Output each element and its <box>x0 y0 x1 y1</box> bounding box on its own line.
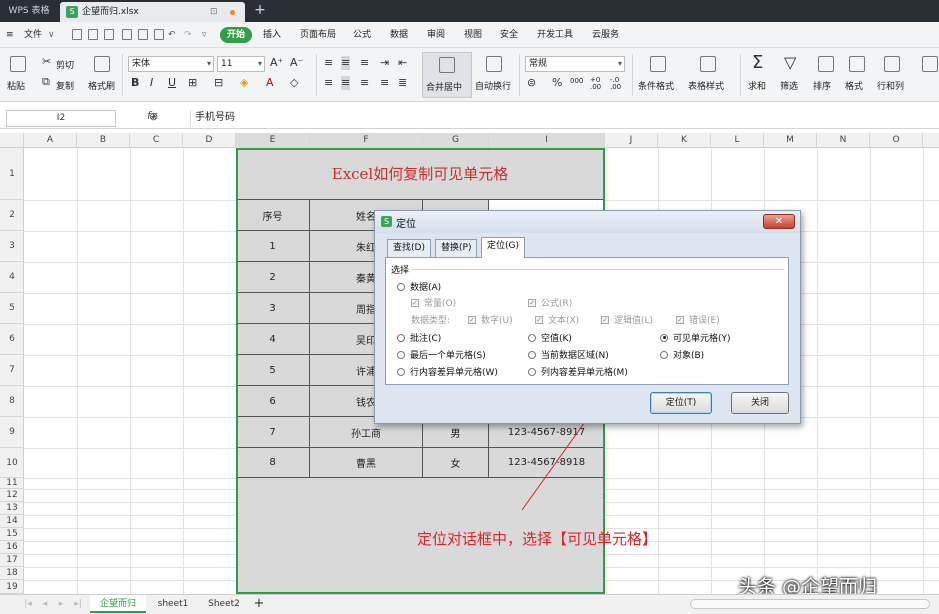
locate-button[interactable]: 定位(T) <box>650 392 712 414</box>
option-objects[interactable]: 对象(B) <box>660 348 704 361</box>
check-number[interactable]: ✓ 数字(U) <box>468 313 513 326</box>
option-visible-cells[interactable]: 可见单元格(Y) <box>660 331 731 344</box>
radio-selected-icon <box>660 333 668 342</box>
last-sheet-icon[interactable]: ▸| <box>72 595 84 613</box>
radio-icon <box>660 350 668 359</box>
next-sheet-icon[interactable]: ▸ <box>56 595 66 613</box>
group-label: 选择 <box>391 266 410 276</box>
check-constants[interactable]: ✓ 常量(O) <box>411 296 456 309</box>
check-text[interactable]: ✓ 文本(X) <box>535 313 579 326</box>
check-logical[interactable]: ✓ 逻辑值(L) <box>601 313 653 326</box>
option-last-cell[interactable]: 最后一个单元格(S) <box>397 348 486 361</box>
option-data[interactable]: 数据(A) <box>397 280 441 293</box>
sheet-tab-bar: |◂ ◂ ▸ ▸| 企望而归 sheet1 Sheet2 + <box>0 594 939 614</box>
horizontal-scrollbar[interactable] <box>690 599 930 609</box>
tab-goto[interactable]: 定位(G) <box>481 237 525 258</box>
data-type-label: 数据类型: <box>411 316 451 326</box>
tab-find[interactable]: 查找(D) <box>387 239 431 257</box>
checkbox-icon: ✓ <box>535 315 543 324</box>
radio-icon <box>397 367 405 376</box>
checkbox-icon: ✓ <box>601 315 609 324</box>
close-icon[interactable]: ✕ <box>763 214 795 229</box>
checkbox-icon: ✓ <box>411 298 419 307</box>
wps-sheet-icon: S <box>381 216 392 227</box>
option-column-differences[interactable]: 列内容差异单元格(M) <box>528 365 628 378</box>
dialog-titlebar[interactable]: S 定位 ✕ <box>375 211 800 233</box>
option-comments[interactable]: 批注(C) <box>397 331 441 344</box>
radio-icon <box>397 350 405 359</box>
checkbox-icon: ✓ <box>676 315 684 324</box>
tab-replace[interactable]: 替换(P) <box>435 239 478 257</box>
checkbox-icon: ✓ <box>528 298 536 307</box>
goto-panel: 选择 数据(A) ✓ 常量(O) ✓ 公式(R) 数据类型: ✓ 数字(U) ✓ 文本(… <box>385 257 789 385</box>
sheet-tab[interactable]: Sheet2 <box>200 595 248 613</box>
checkbox-icon: ✓ <box>468 315 476 324</box>
check-formulas[interactable]: ✓ 公式(R) <box>528 296 572 309</box>
radio-icon <box>397 282 405 291</box>
option-row-differences[interactable]: 行内容差异单元格(W) <box>397 365 498 378</box>
first-sheet-icon[interactable]: |◂ <box>22 595 34 613</box>
radio-icon <box>397 333 405 342</box>
radio-icon <box>528 350 536 359</box>
dialog-title: 定位 <box>396 219 416 230</box>
sheet-tab-active[interactable]: 企望而归 <box>90 595 146 613</box>
check-error[interactable]: ✓ 错误(E) <box>676 313 720 326</box>
sheet-tab[interactable]: sheet1 <box>150 595 196 613</box>
close-button[interactable]: 关闭 <box>731 392 789 414</box>
annotation-text: 定位对话框中，选择【可见单元格】 <box>417 530 658 548</box>
option-blanks[interactable]: 空值(K) <box>528 331 572 344</box>
radio-icon <box>528 333 536 342</box>
add-sheet-button[interactable]: + <box>252 595 266 613</box>
radio-icon <box>528 367 536 376</box>
prev-sheet-icon[interactable]: ◂ <box>40 595 50 613</box>
goto-dialog: S 定位 ✕ 查找(D) 替换(P) 定位(G) 选择 数据(A) ✓ 常量(O)… <box>374 210 801 424</box>
group-divider <box>412 269 784 270</box>
option-current-region[interactable]: 当前数据区域(N) <box>528 348 609 361</box>
